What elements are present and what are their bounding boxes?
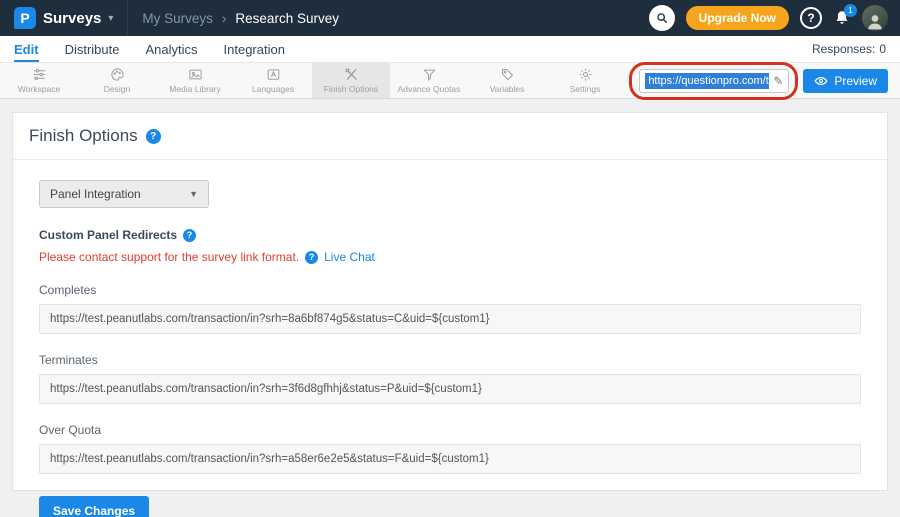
toolbar-label: Languages: [252, 84, 294, 94]
avatar[interactable]: [862, 5, 888, 31]
panel-header: Finish Options: [13, 113, 887, 160]
over-quota-url-input[interactable]: [39, 444, 861, 474]
toolbar-label: Workspace: [18, 84, 60, 94]
help-button[interactable]: ?: [800, 7, 822, 29]
workspace-icon: [32, 67, 47, 82]
breadcrumb-current-survey: Research Survey: [235, 11, 339, 26]
toolbar-item-media-library[interactable]: Media Library: [156, 63, 234, 98]
chevron-down-icon: ▾: [108, 13, 113, 24]
chevron-down-icon: ▼: [189, 189, 198, 199]
media-library-icon: [188, 67, 203, 82]
terminates-url-input[interactable]: [39, 374, 861, 404]
product-switcher[interactable]: P Surveys ▾: [0, 0, 128, 36]
upgrade-now-button[interactable]: Upgrade Now: [686, 6, 789, 30]
search-icon: [655, 11, 669, 25]
toolbar-item-settings[interactable]: Settings: [546, 63, 624, 98]
support-note-text: Please contact support for the survey li…: [39, 250, 299, 264]
panel-integration-dropdown[interactable]: Panel Integration ▼: [39, 180, 209, 208]
search-button[interactable]: [649, 5, 675, 31]
toolbar-label: Media Library: [169, 84, 221, 94]
preview-button[interactable]: Preview: [803, 69, 888, 93]
toolbar-item-variables[interactable]: Variables: [468, 63, 546, 98]
breadcrumb: My Surveys › Research Survey: [142, 11, 339, 26]
tab-edit[interactable]: Edit: [14, 36, 39, 62]
support-note-row: Please contact support for the survey li…: [39, 250, 861, 264]
design-palette-icon: [110, 67, 125, 82]
responses-label: Responses:: [812, 42, 875, 56]
breadcrumb-separator: ›: [222, 11, 227, 26]
responses-count: 0: [879, 42, 886, 56]
dropdown-selected-value: Panel Integration: [50, 187, 141, 201]
live-chat-icon[interactable]: [305, 251, 318, 264]
tab-integration[interactable]: Integration: [224, 36, 285, 62]
edit-toolbar: Workspace Design Media Library Languages…: [0, 63, 900, 99]
edit-url-pencil-icon[interactable]: ✎: [773, 74, 783, 88]
questionpro-logo: P: [14, 7, 36, 29]
toolbar-item-design[interactable]: Design: [78, 63, 156, 98]
finish-options-tools-icon: [344, 67, 359, 82]
toolbar-label: Design: [104, 84, 130, 94]
toolbar-label: Finish Options: [324, 84, 378, 94]
over-quota-label: Over Quota: [39, 423, 861, 437]
live-chat-link[interactable]: Live Chat: [324, 250, 375, 264]
product-name: Surveys: [43, 10, 101, 27]
panel-body: Panel Integration ▼ Custom Panel Redirec…: [13, 160, 887, 517]
breadcrumb-my-surveys[interactable]: My Surveys: [142, 11, 213, 26]
section-title: Custom Panel Redirects: [39, 228, 177, 242]
terminates-label: Terminates: [39, 353, 861, 367]
advance-quotas-icon: [422, 67, 437, 82]
toolbar-item-languages[interactable]: Languages: [234, 63, 312, 98]
top-bar: P Surveys ▾ My Surveys › Research Survey…: [0, 0, 900, 36]
toolbar-item-finish-options[interactable]: Finish Options: [312, 63, 390, 98]
toolbar-label: Settings: [570, 84, 601, 94]
completes-url-input[interactable]: [39, 304, 861, 334]
save-changes-button[interactable]: Save Changes: [39, 496, 149, 517]
toolbar-item-workspace[interactable]: Workspace: [0, 63, 78, 98]
toolbar-label: Variables: [490, 84, 525, 94]
preview-label: Preview: [834, 74, 877, 88]
completes-label: Completes: [39, 283, 861, 297]
finish-options-panel: Finish Options Panel Integration ▼ Custo…: [12, 112, 888, 491]
tab-analytics[interactable]: Analytics: [145, 36, 197, 62]
notifications-button[interactable]: 1: [833, 9, 851, 27]
survey-url-container: https://questionpro.com/t/A ✎: [639, 69, 789, 93]
tab-distribute[interactable]: Distribute: [65, 36, 120, 62]
notification-badge: 1: [844, 4, 857, 17]
user-icon: [865, 11, 885, 31]
help-question-icon[interactable]: [146, 129, 161, 144]
languages-icon: [266, 67, 281, 82]
variables-tag-icon: [500, 67, 515, 82]
survey-url-field[interactable]: https://questionpro.com/t/A ✎: [639, 69, 789, 93]
responses-counter[interactable]: Responses: 0: [812, 36, 886, 62]
page-title: Finish Options: [29, 126, 138, 146]
survey-nav: Edit Distribute Analytics Integration Re…: [0, 36, 900, 63]
settings-gear-icon: [578, 67, 593, 82]
toolbar-item-advance-quotas[interactable]: Advance Quotas: [390, 63, 468, 98]
topbar-actions: Upgrade Now ? 1: [649, 5, 900, 31]
custom-panel-redirects-header: Custom Panel Redirects: [39, 228, 861, 242]
help-question-icon[interactable]: [183, 229, 196, 242]
toolbar-label: Advance Quotas: [398, 84, 461, 94]
eye-icon: [814, 74, 828, 88]
survey-url-value: https://questionpro.com/t/A: [645, 73, 769, 89]
